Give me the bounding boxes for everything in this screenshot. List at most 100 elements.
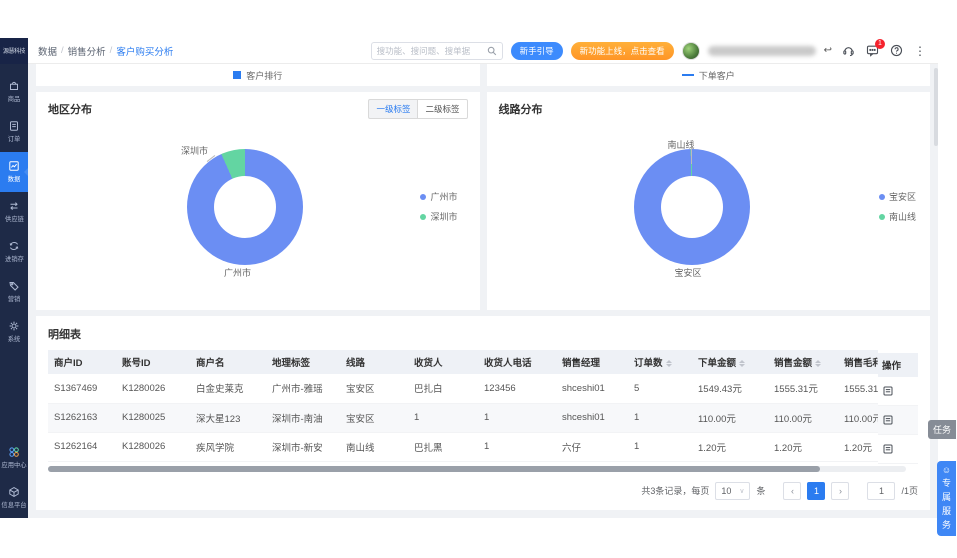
col-header: 收货人电话 bbox=[478, 350, 556, 374]
top-navbar: 源慧科技 数据 / 销售分析 / 客户购买分析 新手引导 新功能上线，点击查看 … bbox=[0, 37, 938, 64]
chart-legend: 宝安区 南山线 bbox=[878, 190, 916, 223]
global-search[interactable] bbox=[370, 41, 503, 60]
fixed-operation-column: 操作 bbox=[878, 353, 918, 464]
breadcrumb: 数据 / 销售分析 / 客户购买分析 bbox=[38, 44, 173, 58]
sort-caret-icon[interactable] bbox=[665, 359, 672, 367]
table-title: 明细表 bbox=[48, 329, 81, 341]
promo-button[interactable]: 新功能上线，点击查看 bbox=[570, 41, 674, 60]
sort-caret-icon[interactable] bbox=[815, 359, 822, 367]
col-header: 商户名 bbox=[190, 350, 266, 374]
col-header-sortable[interactable]: 销售金额 bbox=[768, 350, 838, 374]
sidebar-item-inventory[interactable]: 进销存 bbox=[0, 232, 28, 272]
sidebar-item-data[interactable]: 数据 bbox=[0, 152, 28, 192]
pagination-unit: 条 bbox=[756, 486, 766, 496]
page-size-select[interactable]: 10 ∨ bbox=[715, 481, 751, 500]
sidebar-item-orders[interactable]: 订单 bbox=[0, 112, 28, 152]
service-char: 务 bbox=[941, 520, 951, 530]
table-header-row: 商户ID 账号ID 商户名 地理标签 线路 收货人 收货人电话 销售经理 订单数 bbox=[48, 350, 878, 374]
view-detail-icon[interactable] bbox=[882, 385, 894, 397]
breadcrumb-current: 客户购买分析 bbox=[116, 46, 174, 58]
col-header: 操作 bbox=[878, 353, 918, 377]
panel-title: 线路分布 bbox=[498, 104, 543, 116]
current-page-button[interactable]: 1 bbox=[807, 481, 826, 500]
pagination-total-pages: /1页 bbox=[901, 486, 918, 496]
gear-icon bbox=[9, 321, 19, 331]
table-row[interactable]: S1262164 K1280026 疾风学院 深圳市-新安 南山线 巴扎黑 1 六仔 1 1.20… bbox=[48, 432, 878, 462]
region-distribution-panel: 地区分布 一级标签 二级标签 深圳市 广州市 广州市 深圳市 bbox=[36, 92, 480, 310]
sidebar-item-info-platform[interactable]: 信息平台 bbox=[0, 478, 28, 518]
legend-item[interactable]: 深圳市 bbox=[420, 210, 458, 223]
col-header: 商户ID bbox=[48, 350, 116, 374]
view-detail-icon[interactable] bbox=[882, 414, 894, 426]
legend-dot-icon bbox=[878, 193, 885, 200]
sidebar-item-system[interactable]: 系统 bbox=[0, 312, 28, 352]
pagination: 共3条记录，每页 10 ∨ 条 ‹ 1 › /1页 bbox=[48, 481, 918, 500]
secondary-tag-button[interactable]: 二级标签 bbox=[417, 99, 468, 119]
legend-label[interactable]: 下单客户 bbox=[699, 69, 735, 82]
horizontal-scrollbar-thumb[interactable] bbox=[48, 465, 820, 472]
col-header: 销售经理 bbox=[556, 350, 628, 374]
service-float-tab[interactable]: ☺ 专 属 服 务 bbox=[937, 461, 956, 536]
sidebar-item-goods[interactable]: 商品 bbox=[0, 72, 28, 112]
table-row[interactable]: S1262163 K1280025 深大星123 深圳市-南油 宝安区 1 1 shceshi… bbox=[48, 403, 878, 433]
breadcrumb-item[interactable]: 销售分析 bbox=[68, 44, 106, 58]
legend-label[interactable]: 客户排行 bbox=[246, 69, 282, 82]
route-donut-chart[interactable] bbox=[633, 149, 750, 265]
sidebar-item-app-center[interactable]: 应用中心 bbox=[0, 438, 28, 478]
horizontal-scrollbar bbox=[48, 465, 906, 472]
legend-item[interactable]: 广州市 bbox=[420, 190, 458, 203]
legend-dot-icon bbox=[420, 193, 427, 200]
col-header: 地理标签 bbox=[266, 350, 340, 374]
row-operation-cell bbox=[878, 406, 918, 435]
row-operation-cell bbox=[878, 435, 918, 464]
sidebar-item-marketing[interactable]: 营销 bbox=[0, 272, 28, 312]
table-row[interactable]: S1367469 K1280026 白金史莱克 广州市-雅瑶 宝安区 巴扎白 123456 s… bbox=[48, 374, 878, 404]
brand-logo[interactable]: 源慧科技 bbox=[0, 37, 28, 64]
col-header-sortable[interactable]: 下单金额 bbox=[692, 350, 768, 374]
primary-tag-button[interactable]: 一级标签 bbox=[368, 99, 418, 119]
page-jump-input[interactable] bbox=[867, 481, 896, 500]
table-scroll-area: 商户ID 账号ID 商户名 地理标签 线路 收货人 收货人电话 销售经理 订单数 bbox=[48, 350, 878, 462]
legend-dot-icon bbox=[878, 213, 885, 220]
guide-button[interactable]: 新手引导 bbox=[510, 41, 563, 60]
task-float-tab[interactable]: 任务 bbox=[927, 420, 956, 439]
sidebar-nav: 商品 订单 数据 供应链 进销存 营销 系统 应用中心 信息平台 bbox=[0, 64, 28, 518]
view-detail-icon[interactable] bbox=[882, 443, 894, 455]
search-input[interactable] bbox=[376, 45, 487, 56]
legend-item[interactable]: 宝安区 bbox=[878, 190, 916, 203]
prev-page-button[interactable]: ‹ bbox=[783, 481, 802, 500]
legend-line-icon bbox=[681, 74, 694, 76]
chart-legend: 广州市 深圳市 bbox=[420, 190, 458, 223]
user-avatar[interactable] bbox=[681, 41, 700, 60]
breadcrumb-item[interactable]: 数据 bbox=[38, 44, 57, 58]
user-name-redacted bbox=[707, 45, 816, 56]
more-menu-icon[interactable]: ⋮ bbox=[912, 43, 928, 59]
navbar-right: 新手引导 新功能上线，点击查看 ↩ 1 ⋮ bbox=[370, 38, 938, 60]
route-distribution-panel: 线路分布 南山线 宝安区 宝安区 南山线 bbox=[486, 92, 930, 310]
col-header-sortable[interactable]: 订单数 bbox=[628, 350, 692, 374]
next-page-button[interactable]: › bbox=[831, 481, 850, 500]
panel-ordering-customers-bottom: 下单客户 bbox=[486, 64, 930, 86]
service-char: 专 bbox=[941, 478, 951, 488]
messages-icon[interactable]: 1 bbox=[864, 38, 885, 59]
region-donut-chart[interactable] bbox=[187, 149, 303, 265]
panel-customer-ranking-bottom: 客户排行 bbox=[36, 64, 480, 86]
chart-line-icon bbox=[9, 161, 19, 171]
screen: 源慧科技 数据 / 销售分析 / 客户购买分析 新手引导 新功能上线，点击查看 … bbox=[0, 0, 957, 558]
breadcrumb-separator: / bbox=[61, 45, 64, 56]
detail-table-panel: 明细表 商户ID 账号ID 商户名 地理标签 线路 收货人 收货人电话 销售经理… bbox=[36, 316, 930, 510]
support-headset-icon[interactable] bbox=[840, 43, 856, 59]
bag-icon bbox=[10, 81, 18, 90]
help-icon[interactable] bbox=[888, 43, 904, 59]
search-icon bbox=[487, 46, 496, 55]
service-char: 属 bbox=[941, 492, 951, 502]
sidebar-item-supply-chain[interactable]: 供应链 bbox=[0, 192, 28, 232]
pie-slice-label: 广州市 bbox=[224, 268, 252, 278]
detail-table: 商户ID 账号ID 商户名 地理标签 线路 收货人 收货人电话 销售经理 订单数 bbox=[48, 350, 878, 462]
legend-item[interactable]: 南山线 bbox=[878, 210, 916, 223]
pagination-total-text: 共3条记录，每页 bbox=[641, 486, 710, 496]
sort-caret-icon[interactable] bbox=[739, 359, 746, 367]
switch-account-icon[interactable]: ↩ bbox=[824, 45, 832, 56]
vertical-scrollbar-thumb[interactable] bbox=[934, 68, 938, 146]
